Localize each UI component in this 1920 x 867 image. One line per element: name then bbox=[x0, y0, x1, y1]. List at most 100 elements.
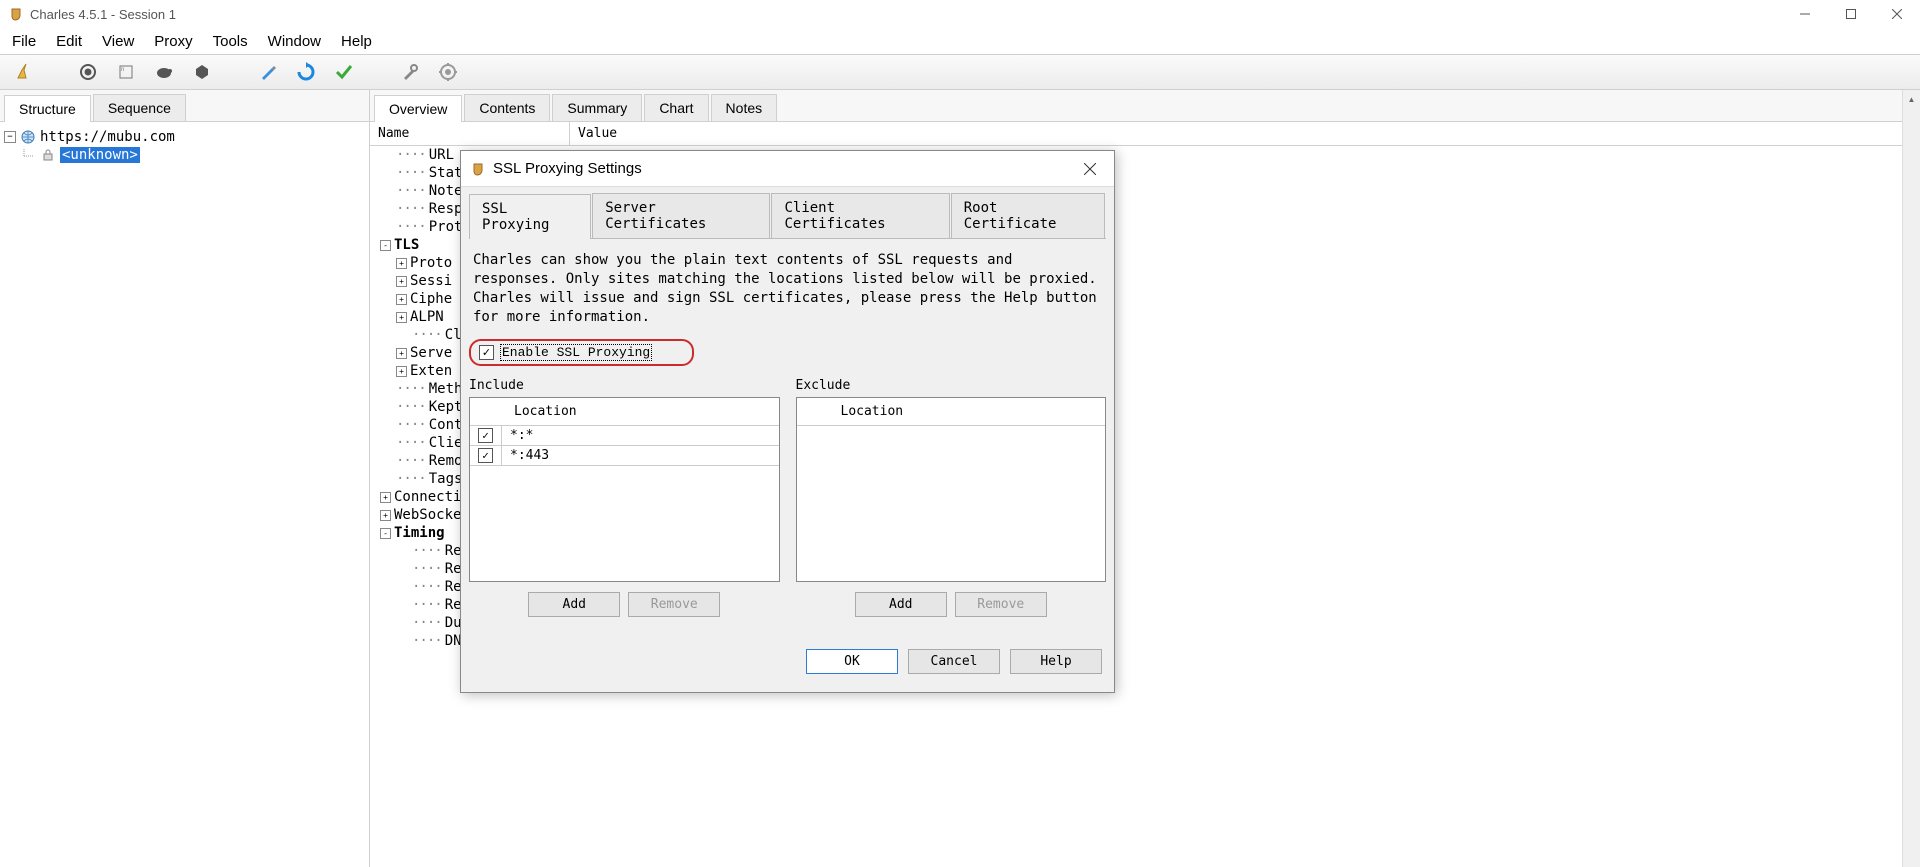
toolbar: n bbox=[0, 54, 1920, 90]
include-row[interactable]: ✓ *:* bbox=[470, 426, 779, 446]
dialog-icon bbox=[471, 162, 485, 176]
help-button[interactable]: Help bbox=[1010, 649, 1102, 674]
tab-contents[interactable]: Contents bbox=[464, 94, 550, 121]
detail-label: Sessi bbox=[410, 273, 452, 289]
scroll-up-icon[interactable]: ▲ bbox=[1903, 90, 1920, 108]
tab-overview[interactable]: Overview bbox=[374, 95, 462, 122]
menu-edit[interactable]: Edit bbox=[46, 30, 92, 53]
include-add-button[interactable]: Add bbox=[528, 592, 620, 617]
tree-connector: ···· bbox=[396, 453, 426, 469]
col-name: Name bbox=[370, 122, 570, 145]
exclude-header[interactable]: Location bbox=[797, 398, 1106, 426]
menu-view[interactable]: View bbox=[92, 30, 144, 53]
validate-icon[interactable] bbox=[330, 58, 358, 86]
exclude-remove-button[interactable]: Remove bbox=[955, 592, 1047, 617]
detail-columns: Name Value bbox=[370, 122, 1920, 146]
dialog-info-text: Charles can show you the plain text cont… bbox=[469, 239, 1106, 337]
dlg-tab-root-cert[interactable]: Root Certificate bbox=[951, 193, 1105, 238]
detail-label: Connecti bbox=[394, 489, 461, 505]
structure-tree[interactable]: − https://mubu.com <unknown> bbox=[0, 122, 369, 867]
enable-ssl-label[interactable]: Enable SSL Proxying bbox=[500, 344, 652, 361]
broom-icon[interactable] bbox=[8, 58, 36, 86]
maximize-button[interactable] bbox=[1828, 0, 1874, 28]
tree-connector: ···· bbox=[396, 381, 426, 397]
record-icon[interactable] bbox=[74, 58, 102, 86]
tree-root-label: https://mubu.com bbox=[40, 129, 175, 145]
detail-label: Serve bbox=[410, 345, 452, 361]
breakpoint-icon[interactable] bbox=[188, 58, 216, 86]
detail-label: TLS bbox=[394, 237, 419, 253]
svg-text:n: n bbox=[121, 67, 124, 73]
globe-icon bbox=[20, 129, 36, 145]
expander-icon[interactable]: - bbox=[380, 240, 391, 251]
include-row-text: *:443 bbox=[502, 448, 557, 463]
tab-chart[interactable]: Chart bbox=[644, 94, 708, 121]
include-row-checkbox[interactable]: ✓ bbox=[478, 448, 493, 463]
expander-icon[interactable]: + bbox=[380, 492, 391, 503]
repeat-icon[interactable] bbox=[292, 58, 320, 86]
dialog-close-button[interactable] bbox=[1074, 155, 1106, 183]
tree-connector: ···· bbox=[396, 417, 426, 433]
tree-connector: ···· bbox=[396, 399, 426, 415]
settings-icon[interactable] bbox=[434, 58, 462, 86]
expander-icon[interactable]: + bbox=[380, 510, 391, 521]
expander-icon[interactable]: − bbox=[4, 131, 16, 143]
compose-icon[interactable] bbox=[254, 58, 282, 86]
throttle-icon[interactable]: n bbox=[112, 58, 140, 86]
tree-connector: ···· bbox=[412, 327, 442, 343]
ok-button[interactable]: OK bbox=[806, 649, 898, 674]
tab-summary[interactable]: Summary bbox=[552, 94, 642, 121]
include-remove-button[interactable]: Remove bbox=[628, 592, 720, 617]
enable-ssl-checkbox[interactable]: ✓ bbox=[479, 345, 494, 360]
expander-icon[interactable]: + bbox=[396, 294, 407, 305]
exclude-listbox[interactable]: Location bbox=[796, 397, 1107, 582]
tools-icon[interactable] bbox=[396, 58, 424, 86]
exclude-add-button[interactable]: Add bbox=[855, 592, 947, 617]
expander-icon[interactable]: + bbox=[396, 366, 407, 377]
tree-connector: ···· bbox=[396, 147, 426, 163]
tree-connector: ···· bbox=[396, 201, 426, 217]
minimize-button[interactable] bbox=[1782, 0, 1828, 28]
include-label: Include bbox=[469, 372, 780, 397]
expander-icon[interactable]: + bbox=[396, 348, 407, 359]
dialog-title-bar[interactable]: SSL Proxying Settings bbox=[461, 151, 1114, 187]
include-panel: Include Location ✓ *:* ✓ *:443 Add Remov… bbox=[469, 372, 780, 621]
include-row[interactable]: ✓ *:443 bbox=[470, 446, 779, 466]
dlg-tab-ssl-proxying[interactable]: SSL Proxying bbox=[469, 194, 591, 239]
tree-connector: ···· bbox=[412, 597, 442, 613]
dlg-tab-server-certs[interactable]: Server Certificates bbox=[592, 193, 770, 238]
detail-label: Exten bbox=[410, 363, 452, 379]
dialog-tabs: SSL Proxying Server Certificates Client … bbox=[469, 193, 1106, 239]
menu-help[interactable]: Help bbox=[331, 30, 382, 53]
include-header[interactable]: Location bbox=[470, 398, 779, 426]
menu-window[interactable]: Window bbox=[258, 30, 331, 53]
tab-sequence[interactable]: Sequence bbox=[93, 94, 186, 121]
menu-file[interactable]: File bbox=[2, 30, 46, 53]
tab-notes[interactable]: Notes bbox=[711, 94, 778, 121]
turtle-icon[interactable] bbox=[150, 58, 178, 86]
window-title: Charles 4.5.1 - Session 1 bbox=[30, 7, 176, 22]
tree-connector: ···· bbox=[412, 615, 442, 631]
include-listbox[interactable]: Location ✓ *:* ✓ *:443 bbox=[469, 397, 780, 582]
menu-tools[interactable]: Tools bbox=[203, 30, 258, 53]
vertical-scrollbar[interactable]: ▲ bbox=[1902, 90, 1920, 867]
expander-icon[interactable]: + bbox=[396, 276, 407, 287]
expander-icon[interactable]: - bbox=[380, 528, 391, 539]
tree-child-label: <unknown> bbox=[60, 147, 140, 163]
expander-icon[interactable]: + bbox=[396, 312, 407, 323]
tree-child[interactable]: <unknown> bbox=[4, 146, 365, 164]
tab-structure[interactable]: Structure bbox=[4, 95, 91, 122]
dialog-title: SSL Proxying Settings bbox=[493, 160, 642, 177]
expander-icon[interactable]: + bbox=[396, 258, 407, 269]
close-button[interactable] bbox=[1874, 0, 1920, 28]
tree-root[interactable]: − https://mubu.com bbox=[4, 128, 365, 146]
dlg-tab-client-certs[interactable]: Client Certificates bbox=[771, 193, 949, 238]
menu-proxy[interactable]: Proxy bbox=[144, 30, 202, 53]
detail-label: Proto bbox=[410, 255, 452, 271]
cancel-button[interactable]: Cancel bbox=[908, 649, 1000, 674]
detail-label: ALPN bbox=[410, 309, 444, 325]
exclude-label: Exclude bbox=[796, 372, 1107, 397]
app-icon bbox=[8, 6, 24, 22]
left-pane: Structure Sequence − https://mubu.com <u… bbox=[0, 90, 370, 867]
include-row-checkbox[interactable]: ✓ bbox=[478, 428, 493, 443]
